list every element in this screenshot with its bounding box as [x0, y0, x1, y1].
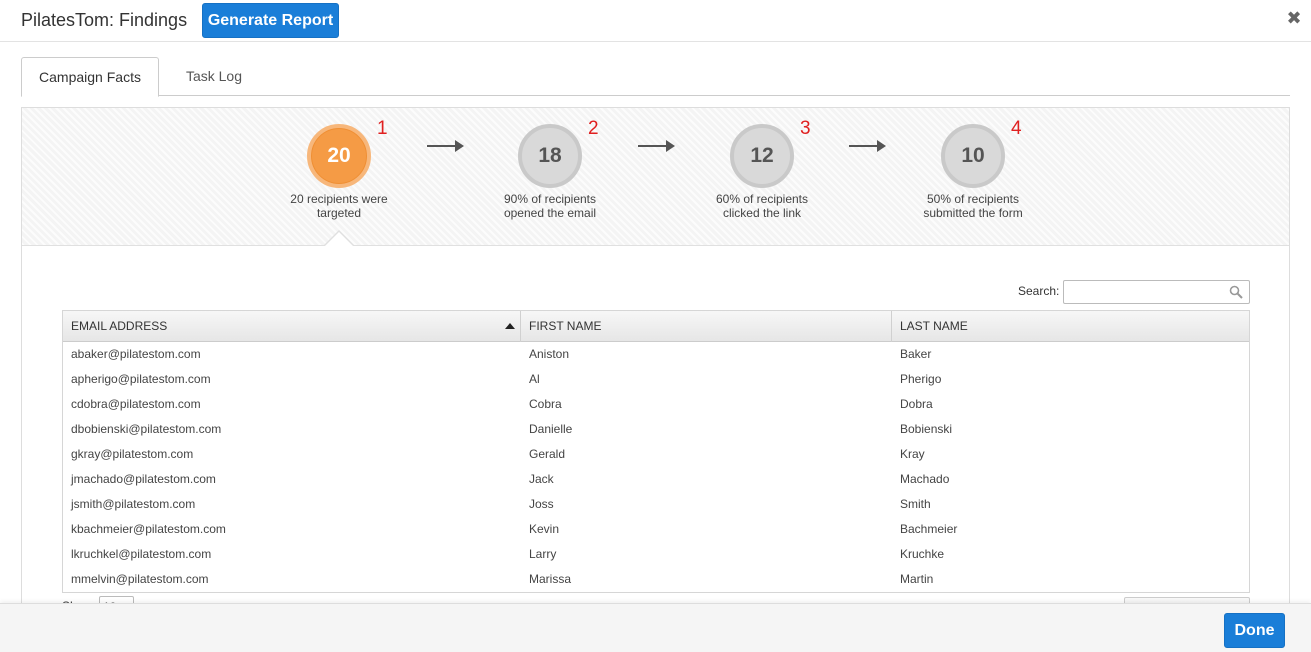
- tab-bar: Campaign Facts Task Log: [21, 57, 1290, 97]
- generate-report-button[interactable]: Generate Report: [202, 3, 339, 38]
- step-number: 4: [1011, 118, 1022, 139]
- first-name-cell: Joss: [529, 497, 554, 511]
- email-cell: apherigo@pilatestom.com: [71, 372, 211, 386]
- email-cell: abaker@pilatestom.com: [71, 347, 201, 361]
- last-name-cell: Machado: [900, 472, 950, 486]
- funnel-summary: 20 1 20 recipients were targeted 18 2 90…: [22, 108, 1289, 246]
- table-row[interactable]: lkruchkel@pilatestom.com Larry Kruchke: [63, 542, 1249, 567]
- table-row[interactable]: kbachmeier@pilatestom.com Kevin Bachmeier: [63, 517, 1249, 542]
- funnel-step-targeted[interactable]: 20 1 20 recipients were targeted: [264, 118, 414, 234]
- first-name-cell: Gerald: [529, 447, 566, 461]
- step-count-circle: 12: [730, 124, 794, 188]
- done-button[interactable]: Done: [1224, 613, 1285, 648]
- search-label: Search:: [1018, 284, 1060, 298]
- table-row[interactable]: mmelvin@pilatestom.com Marissa Martin: [63, 567, 1249, 592]
- last-name-cell: Martin: [900, 572, 934, 586]
- step-description: 50% of recipients submitted the form: [898, 192, 1048, 220]
- dialog-header: PilatesTom: Findings Generate Report ✖: [0, 0, 1311, 42]
- email-cell: kbachmeier@pilatestom.com: [71, 522, 226, 536]
- right-arrow-icon: [427, 140, 465, 152]
- table-row[interactable]: jmachado@pilatestom.com Jack Machado: [63, 467, 1249, 492]
- magnifier-icon: [1229, 285, 1243, 299]
- table-row[interactable]: apherigo@pilatestom.com Al Pherigo: [63, 367, 1249, 392]
- last-name-cell: Bachmeier: [900, 522, 958, 536]
- first-name-cell: Marissa: [529, 572, 572, 586]
- email-cell: dbobienski@pilatestom.com: [71, 422, 222, 436]
- table-row[interactable]: jsmith@pilatestom.com Joss Smith: [63, 492, 1249, 517]
- funnel-step-submitted[interactable]: 10 4 50% of recipients submitted the for…: [898, 118, 1048, 234]
- right-arrow-icon: [849, 140, 887, 152]
- right-arrow-icon: [638, 140, 676, 152]
- email-cell: jsmith@pilatestom.com: [71, 497, 196, 511]
- table-row[interactable]: cdobra@pilatestom.com Cobra Dobra: [63, 392, 1249, 417]
- tab-task-log[interactable]: Task Log: [179, 57, 249, 96]
- step-number: 3: [800, 118, 811, 139]
- step-description-line: 90% of recipients: [503, 192, 597, 206]
- email-cell: cdobra@pilatestom.com: [71, 397, 201, 411]
- column-header-label: EMAIL ADDRESS: [71, 319, 168, 333]
- first-name-cell: Kevin: [529, 522, 560, 536]
- table-row[interactable]: gkray@pilatestom.com Gerald Kray: [63, 442, 1249, 467]
- step-count-circle: 18: [518, 124, 582, 188]
- step-description-line: 50% of recipients: [926, 192, 1020, 206]
- funnel-step-clicked[interactable]: 12 3 60% of recipients clicked the link: [687, 118, 837, 234]
- last-name-cell: Dobra: [900, 397, 933, 411]
- email-cell: jmachado@pilatestom.com: [71, 472, 216, 486]
- first-name-cell: Danielle: [529, 422, 573, 436]
- step-description: 90% of recipients opened the email: [475, 192, 625, 220]
- last-name-cell: Kruchke: [900, 547, 945, 561]
- search-input[interactable]: [1063, 280, 1250, 304]
- active-step-pointer-fill: [324, 232, 354, 247]
- funnel-step-opened[interactable]: 18 2 90% of recipients opened the email: [475, 118, 625, 234]
- last-name-cell: Kray: [900, 447, 925, 461]
- column-header-last-name[interactable]: LAST NAME: [892, 311, 1250, 342]
- first-name-cell: Larry: [529, 547, 557, 561]
- email-cell: lkruchkel@pilatestom.com: [71, 547, 212, 561]
- tab-campaign-facts[interactable]: Campaign Facts: [21, 57, 159, 97]
- table-header: EMAIL ADDRESS FIRST NAME LAST NAME: [63, 311, 1249, 342]
- step-description-line: submitted the form: [923, 206, 1023, 220]
- sort-ascending-icon: [505, 323, 515, 329]
- column-header-first-name[interactable]: FIRST NAME: [521, 311, 892, 342]
- email-cell: gkray@pilatestom.com: [71, 447, 194, 461]
- first-name-cell: Cobra: [529, 397, 562, 411]
- dialog-title: PilatesTom: Findings: [21, 10, 188, 30]
- column-header-email[interactable]: EMAIL ADDRESS: [63, 311, 521, 342]
- last-name-cell: Baker: [900, 347, 932, 361]
- dialog-footer: Done: [0, 603, 1311, 652]
- step-count-circle: 20: [307, 124, 371, 188]
- step-description-line: opened the email: [503, 206, 597, 220]
- step-count-circle: 10: [941, 124, 1005, 188]
- step-description: 20 recipients were targeted: [264, 192, 414, 220]
- step-number: 1: [377, 118, 388, 139]
- step-description-line: 60% of recipients: [715, 192, 809, 206]
- recipients-table: EMAIL ADDRESS FIRST NAME LAST NAME abake…: [62, 310, 1250, 593]
- step-description-line: targeted: [316, 206, 362, 220]
- first-name-cell: Al: [529, 372, 540, 386]
- campaign-facts-panel: 20 1 20 recipients were targeted 18 2 90…: [21, 107, 1290, 627]
- email-cell: mmelvin@pilatestom.com: [71, 572, 209, 586]
- first-name-cell: Jack: [529, 472, 554, 486]
- step-description-line: clicked the link: [722, 206, 802, 220]
- last-name-cell: Smith: [900, 497, 931, 511]
- table-row[interactable]: dbobienski@pilatestom.com Danielle Bobiens…: [63, 417, 1249, 442]
- table-body: abaker@pilatestom.com Aniston Baker apheri…: [63, 342, 1249, 592]
- step-number: 2: [588, 118, 599, 139]
- last-name-cell: Bobienski: [900, 422, 953, 436]
- step-description: 60% of recipients clicked the link: [687, 192, 837, 220]
- step-description-line: 20 recipients were: [290, 192, 388, 206]
- first-name-cell: Aniston: [529, 347, 570, 361]
- table-row[interactable]: abaker@pilatestom.com Aniston Baker: [63, 342, 1249, 367]
- last-name-cell: Pherigo: [900, 372, 942, 386]
- close-icon[interactable]: ✖: [1284, 8, 1304, 28]
